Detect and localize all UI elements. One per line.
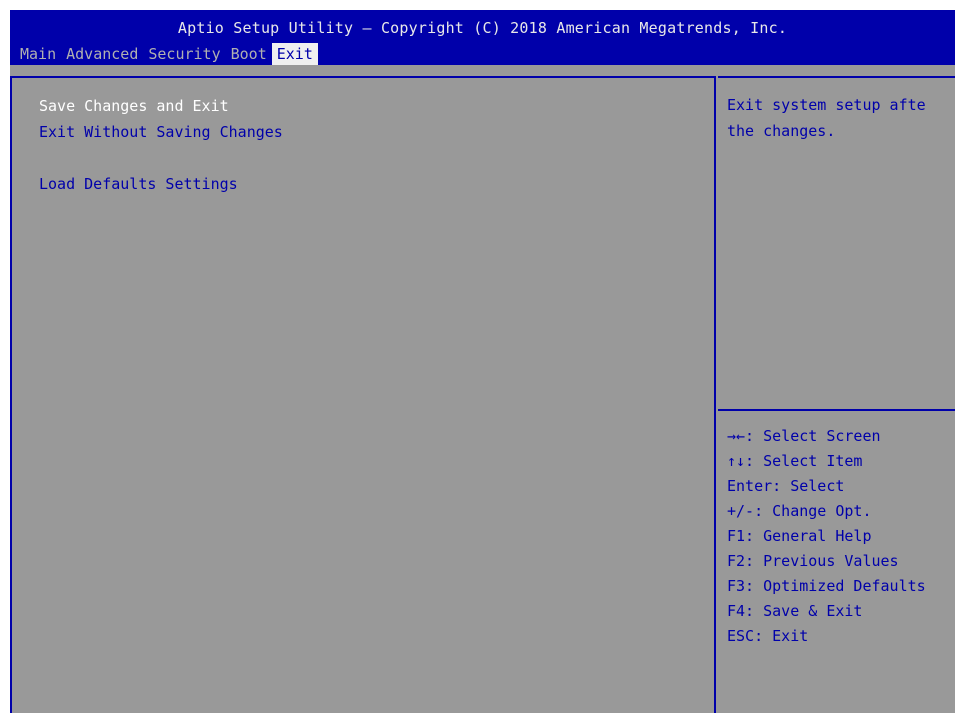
key-previous-values: F2: Previous Values bbox=[727, 552, 899, 570]
key-save-exit: F4: Save & Exit bbox=[727, 602, 863, 620]
key-select-screen: →←: Select Screen bbox=[727, 427, 881, 445]
load-defaults-item[interactable]: Load Defaults Settings bbox=[39, 171, 283, 197]
menu-pane: Save Changes and Exit Exit Without Savin… bbox=[10, 76, 716, 713]
help-pane: Exit system setup afte the changes. →←: … bbox=[718, 76, 955, 713]
tab-advanced[interactable]: Advanced bbox=[61, 43, 143, 65]
save-changes-and-exit-item[interactable]: Save Changes and Exit bbox=[39, 93, 283, 119]
tab-bar: Main Advanced Security Boot Exit bbox=[15, 43, 318, 65]
key-select-item: ↑↓: Select Item bbox=[727, 452, 863, 470]
bios-header: Aptio Setup Utility – Copyright (C) 2018… bbox=[10, 10, 955, 65]
item-help-text: Exit system setup afte the changes. bbox=[727, 92, 955, 144]
tab-boot[interactable]: Boot bbox=[226, 43, 272, 65]
menu-spacer bbox=[39, 145, 283, 171]
bios-content: Save Changes and Exit Exit Without Savin… bbox=[10, 65, 955, 713]
exit-menu: Save Changes and Exit Exit Without Savin… bbox=[39, 93, 283, 197]
key-enter-select: Enter: Select bbox=[727, 477, 845, 495]
key-legend: →←: Select Screen ↑↓: Select Item Enter:… bbox=[727, 424, 926, 649]
key-esc-exit: ESC: Exit bbox=[727, 627, 809, 645]
key-general-help: F1: General Help bbox=[727, 527, 872, 545]
tab-security[interactable]: Security bbox=[143, 43, 225, 65]
help-divider bbox=[718, 409, 955, 411]
key-change-opt: +/-: Change Opt. bbox=[727, 502, 872, 520]
tab-main[interactable]: Main bbox=[15, 43, 61, 65]
key-optimized-defaults: F3: Optimized Defaults bbox=[727, 577, 926, 595]
help-line: Exit system setup afte bbox=[727, 96, 926, 114]
exit-without-saving-item[interactable]: Exit Without Saving Changes bbox=[39, 119, 283, 145]
tab-exit[interactable]: Exit bbox=[271, 43, 318, 65]
bios-title: Aptio Setup Utility – Copyright (C) 2018… bbox=[177, 19, 788, 37]
help-line: the changes. bbox=[727, 122, 836, 140]
